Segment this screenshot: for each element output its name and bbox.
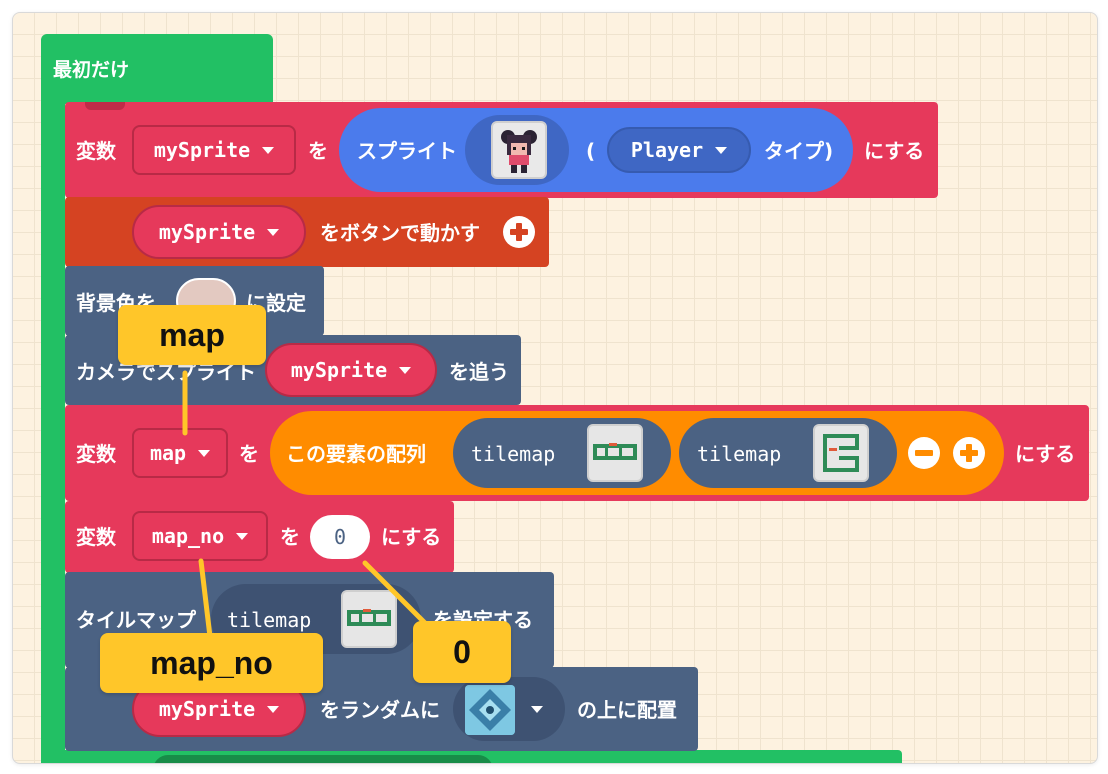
sprite-label: スプライト: [357, 139, 457, 163]
map-no-variable-dropdown[interactable]: map_no: [132, 511, 268, 561]
tilemap-thumbnail-3[interactable]: [341, 590, 397, 648]
on-start-spine: [41, 93, 65, 763]
chevron-down-icon: [399, 366, 412, 374]
tile-image[interactable]: [465, 685, 515, 735]
tilemap-level1-icon: [593, 443, 637, 460]
camera-variable-label: mySprite: [290, 358, 388, 382]
place-random-suffix: の上に配置: [577, 698, 677, 722]
tilemap-thumbnail-1[interactable]: [587, 424, 643, 482]
sprite-variable-dropdown[interactable]: mySprite: [132, 125, 296, 175]
kind-paren-open: (: [586, 139, 596, 163]
set-map-suffix: にする: [1015, 442, 1076, 466]
chevron-down-icon: [267, 228, 280, 236]
set-sprite-prefix: 変数: [76, 139, 116, 163]
set-sprite-wo: を: [308, 139, 328, 163]
place-variable-label: mySprite: [158, 697, 256, 721]
move-variable-label: mySprite: [158, 220, 256, 244]
on-start-label: 最初だけ: [53, 59, 130, 81]
tilemap-level2-icon: [823, 434, 859, 472]
tilemap-level1-icon: [347, 609, 391, 626]
number-input[interactable]: 0: [310, 515, 370, 559]
block-notch: [85, 102, 125, 110]
tilemap-label-1: tilemap: [471, 442, 556, 466]
array-label: この要素の配列: [286, 442, 426, 466]
move-buttons-label: をボタンで動かす: [320, 221, 480, 245]
set-map-wo: を: [239, 442, 259, 466]
plus-circle-icon[interactable]: [953, 437, 985, 469]
chevron-down-icon: [267, 705, 280, 713]
tilemap-thumbnail-2[interactable]: [813, 424, 869, 482]
set-sprite-suffix: にする: [864, 139, 925, 163]
set-map-no-wo: を: [280, 525, 300, 549]
map-variable-label: map: [149, 441, 187, 465]
set-tilemap-prefix: タイルマップ: [76, 608, 196, 632]
plus-circle-icon[interactable]: [503, 216, 535, 248]
chevron-down-icon: [198, 449, 211, 457]
next-loop-inner-pill: [153, 755, 493, 763]
tilemap-label-2: tilemap: [697, 442, 782, 466]
map-no-variable-label: map_no: [151, 524, 225, 548]
blocks-workspace[interactable]: 最初だけ 変数 mySprite を スプライト ( Player タイプ) に…: [12, 12, 1098, 764]
player-sprite-image[interactable]: [491, 121, 547, 179]
set-map-prefix: 変数: [76, 442, 116, 466]
sprite-kind-label: Player: [630, 138, 704, 162]
minus-circle-icon[interactable]: [908, 437, 940, 469]
callout-map-no: map_no: [100, 633, 323, 693]
camera-follow-prefix: カメラでスプライト: [76, 360, 256, 384]
sprite-variable-label: mySprite: [153, 138, 251, 162]
tile-pattern-icon: [465, 685, 515, 735]
chevron-down-icon[interactable]: [531, 706, 543, 713]
move-variable-dropdown[interactable]: mySprite: [132, 205, 306, 259]
chevron-down-icon: [262, 146, 275, 154]
tilemap-label-3: tilemap: [227, 608, 312, 632]
kind-suffix: タイプ): [764, 139, 834, 163]
set-map-no-prefix: 変数: [76, 525, 116, 549]
player-character-icon: [501, 130, 537, 173]
camera-follow-suffix: を追う: [449, 360, 509, 384]
camera-variable-dropdown[interactable]: mySprite: [265, 343, 437, 397]
place-random-label: をランダムに: [320, 698, 440, 722]
callout-zero: 0: [413, 621, 511, 683]
set-map-no-suffix: にする: [381, 525, 442, 549]
map-variable-dropdown[interactable]: map: [132, 428, 228, 478]
callout-map: map: [118, 305, 266, 365]
sprite-kind-dropdown[interactable]: Player: [607, 127, 751, 173]
chevron-down-icon: [715, 146, 728, 154]
chevron-down-icon: [236, 532, 249, 540]
